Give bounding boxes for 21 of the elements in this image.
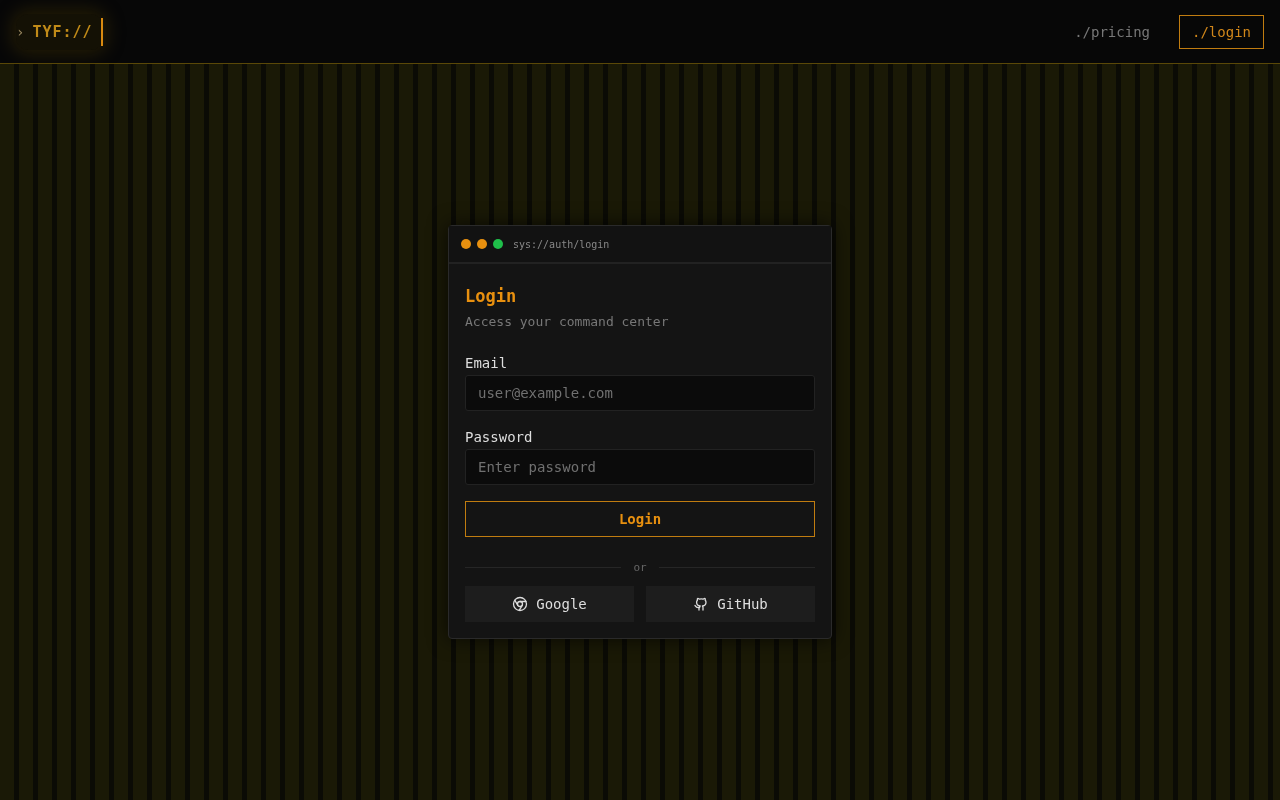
window-control-dot[interactable] <box>461 239 471 249</box>
input-field[interactable]: Enter password <box>465 449 815 485</box>
logo[interactable]: TYF:// <box>32 22 93 41</box>
divider-label: or <box>633 561 647 574</box>
window-control-dot[interactable] <box>477 239 487 249</box>
form-subtitle: Access your command center <box>465 314 670 329</box>
chrome-icon <box>512 596 529 612</box>
google-sign-in-button[interactable]: Google <box>465 586 634 622</box>
field-label: Password <box>465 429 534 445</box>
window-title: sys://auth/login <box>513 238 610 250</box>
window-control-dot[interactable] <box>493 239 503 249</box>
prompt-icon: › <box>16 23 25 40</box>
field-label: Email <box>465 355 509 371</box>
github-sign-in-button[interactable]: GitHub <box>646 586 815 622</box>
github-icon <box>693 596 710 612</box>
nav-link[interactable]: ./pricing <box>1061 14 1163 49</box>
form-heading: Login <box>465 286 518 306</box>
login-button[interactable]: Login <box>465 501 815 537</box>
nav-link[interactable]: ./login <box>1179 14 1264 49</box>
text-cursor <box>100 17 103 46</box>
input-field[interactable]: user@example.com <box>465 375 815 411</box>
